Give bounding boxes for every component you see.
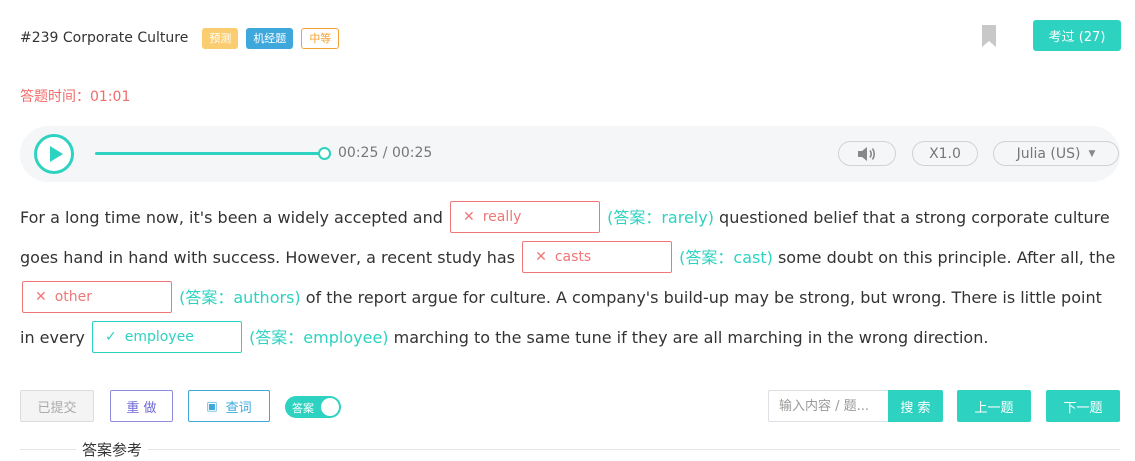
blank-value: casts [554, 248, 592, 265]
answer-timer: 答题时间：01:01 [20, 89, 131, 105]
tag-difficulty: 中等 [301, 27, 340, 49]
wrong-icon: ✕ [535, 248, 547, 265]
bookmark-icon[interactable] [981, 24, 997, 48]
answer-reference-section: 答案参考 [20, 436, 1120, 461]
wrong-icon: ✕ [35, 288, 47, 305]
passage-text: some doubt on this principle. After all,… [777, 248, 1116, 267]
blank-1[interactable]: ✕ really [450, 200, 600, 233]
redo-button[interactable]: 重 做 [110, 390, 173, 422]
answer-hint: (答案：cast) [679, 248, 773, 267]
blank-2[interactable]: ✕ casts [522, 240, 673, 273]
play-button[interactable] [34, 134, 74, 174]
submitted-button[interactable]: 已提交 [20, 390, 94, 422]
divider [20, 449, 1120, 450]
caret-down-icon: ▼ [1088, 148, 1096, 159]
blank-value: other [54, 288, 93, 305]
play-icon [50, 146, 63, 162]
tag-prediction: 预测 [202, 27, 239, 49]
prev-question-button[interactable]: 上一题 [957, 390, 1031, 422]
book-icon: ▣ [206, 399, 218, 413]
speaker-icon [858, 146, 876, 161]
next-question-button[interactable]: 下一题 [1046, 390, 1120, 422]
passage-text: marching to the same tune if they are al… [393, 328, 989, 347]
speed-button[interactable]: X1.0 [912, 141, 978, 166]
lookup-button[interactable]: ▣ 查词 [188, 390, 270, 422]
progress-track[interactable] [95, 152, 325, 155]
question-header: #239 Corporate Culture 预测 机经题 中等 考过 (27) [20, 20, 1121, 52]
search-button[interactable]: 搜 索 [888, 390, 943, 422]
toggle-knob [321, 398, 339, 416]
blank-3[interactable]: ✕ other [22, 280, 172, 313]
question-title: #239 Corporate Culture [20, 30, 189, 46]
voice-label: Julia (US) [1016, 145, 1081, 162]
passage-text: For a long time now, it's been a widely … [20, 208, 443, 227]
action-toolbar: 已提交 重 做 ▣ 查词 答案 搜 索 上一题 下一题 [20, 390, 1120, 422]
passage: For a long time now, it's been a widely … [20, 198, 1120, 358]
lookup-label: 查词 [225, 400, 252, 416]
blank-value: really [482, 208, 522, 225]
answer-hint: (答案：authors) [179, 288, 301, 307]
progress-knob[interactable] [318, 147, 331, 160]
tag-machine-exam: 机经题 [246, 27, 294, 49]
answer-hint: (答案：employee) [249, 328, 389, 347]
reference-title: 答案参考 [76, 439, 149, 460]
time-readout: 00:25 / 00:25 [338, 145, 433, 161]
toggle-label: 答案 [292, 402, 314, 415]
search-input[interactable] [768, 390, 888, 422]
answer-hint: (答案：rarely) [607, 208, 714, 227]
volume-button[interactable] [838, 141, 896, 166]
voice-select[interactable]: Julia (US) ▼ [993, 141, 1119, 166]
check-icon: ✓ [104, 328, 117, 345]
blank-4[interactable]: ✓ employee [91, 320, 242, 353]
answer-toggle[interactable]: 答案 [285, 396, 341, 418]
wrong-icon: ✕ [463, 208, 475, 225]
blank-value: employee [124, 328, 194, 345]
audio-player: 00:25 / 00:25 X1.0 Julia (US) ▼ [20, 126, 1120, 182]
exam-count-button[interactable]: 考过 (27) [1033, 20, 1121, 51]
